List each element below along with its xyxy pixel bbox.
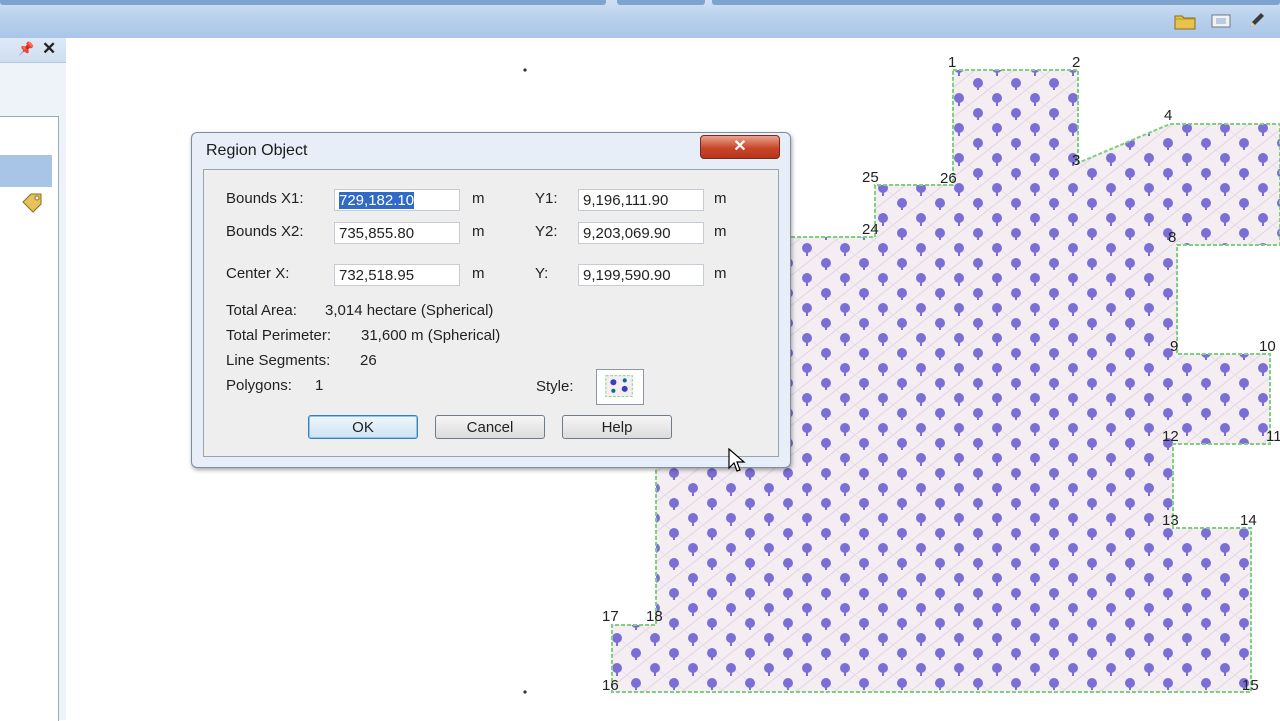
center-x-label: Center X: [226,265,290,282]
pin-icon[interactable]: 📌 [18,41,34,57]
selected-layer-row[interactable] [0,155,52,187]
vertex-label: 24 [862,221,879,238]
region-object-dialog: Region Object ✕ Bounds X1: 729,182.10 m … [191,132,791,468]
polygons-label: Polygons: [226,377,292,394]
bounds-x2-label: Bounds X2: [226,223,304,240]
total-perimeter-value: 31,600 m (Spherical) [361,327,501,344]
help-button[interactable]: Help [562,415,672,439]
layer-icon[interactable] [1208,10,1234,32]
bounds-x1-label: Bounds X1: [226,190,304,207]
vertex-label: 14 [1240,512,1257,529]
vertex-label: 2 [1072,54,1080,71]
dialog-title: Region Object [206,142,308,159]
mouse-cursor-icon [728,447,748,474]
window-title-bar [0,0,1280,39]
vertex-label: 25 [862,169,879,186]
polygons-value: 1 [315,377,324,394]
y2-label: Y2: [535,223,558,240]
layer-control-panel: 📌 ✕ [0,38,66,721]
vertex-label: 13 [1162,512,1179,529]
vertex-label: 11 [1266,428,1280,445]
vertex-label: 9 [1170,338,1178,355]
y1-label: Y1: [535,190,558,207]
vertex-label: 10 [1259,338,1276,355]
vertex-label: 4 [1164,107,1172,124]
map-point [523,690,527,694]
center-x-field[interactable]: 732,518.95 [334,264,460,286]
dialog-close-button[interactable]: ✕ [700,135,780,159]
unit-label: m [472,223,485,240]
bounds-x1-value: 729,182.10 [339,192,415,209]
line-segments-label: Line Segments: [226,352,331,369]
center-y-field[interactable]: 9,199,590.90 [578,264,704,286]
cancel-button[interactable]: Cancel [435,415,545,439]
vertex-label: 12 [1162,428,1179,445]
vertex-label: 15 [1242,677,1259,694]
style-label: Style: [536,378,574,395]
vertex-label: 8 [1168,229,1176,246]
center-y-label: Y: [535,265,549,282]
unit-label: m [472,265,485,282]
vertex-label: 17 [602,608,619,625]
layer-list[interactable] [0,116,59,721]
total-area-label: Total Area: [226,302,297,319]
unit-label: m [714,265,727,282]
unit-label: m [714,223,727,240]
vertex-label: 3 [1072,152,1080,169]
unit-label: m [472,190,485,207]
total-perimeter-label: Total Perimeter: [226,327,332,344]
bounds-x1-field[interactable]: 729,182.10 [334,189,460,211]
vertex-label: 16 [602,677,619,694]
map-point [523,68,527,72]
folder-icon[interactable] [1172,10,1198,32]
tab-strip [617,0,705,5]
vertex-label: 1 [948,54,956,71]
style-swatch-icon [605,375,633,397]
ok-button[interactable]: OK [308,415,418,439]
panel-header: 📌 ✕ [0,38,66,63]
close-icon[interactable]: ✕ [42,39,56,59]
y2-field[interactable]: 9,203,069.90 [578,222,704,244]
pencil-icon[interactable] [1244,10,1270,32]
style-button[interactable] [596,369,644,405]
vertex-label: 18 [646,608,663,625]
total-area-value: 3,014 hectare (Spherical) [325,302,494,319]
tag-icon[interactable] [20,191,46,213]
dialog-content: Bounds X1: 729,182.10 m Y1: 9,196,111.90… [203,169,779,457]
tab-strip [712,0,1280,5]
line-segments-value: 26 [360,352,377,369]
tab-strip [0,0,606,5]
bounds-x2-field[interactable]: 735,855.80 [334,222,460,244]
vertex-label: 26 [940,170,957,187]
close-icon: ✕ [733,138,747,155]
unit-label: m [714,190,727,207]
y1-field[interactable]: 9,196,111.90 [578,189,704,211]
